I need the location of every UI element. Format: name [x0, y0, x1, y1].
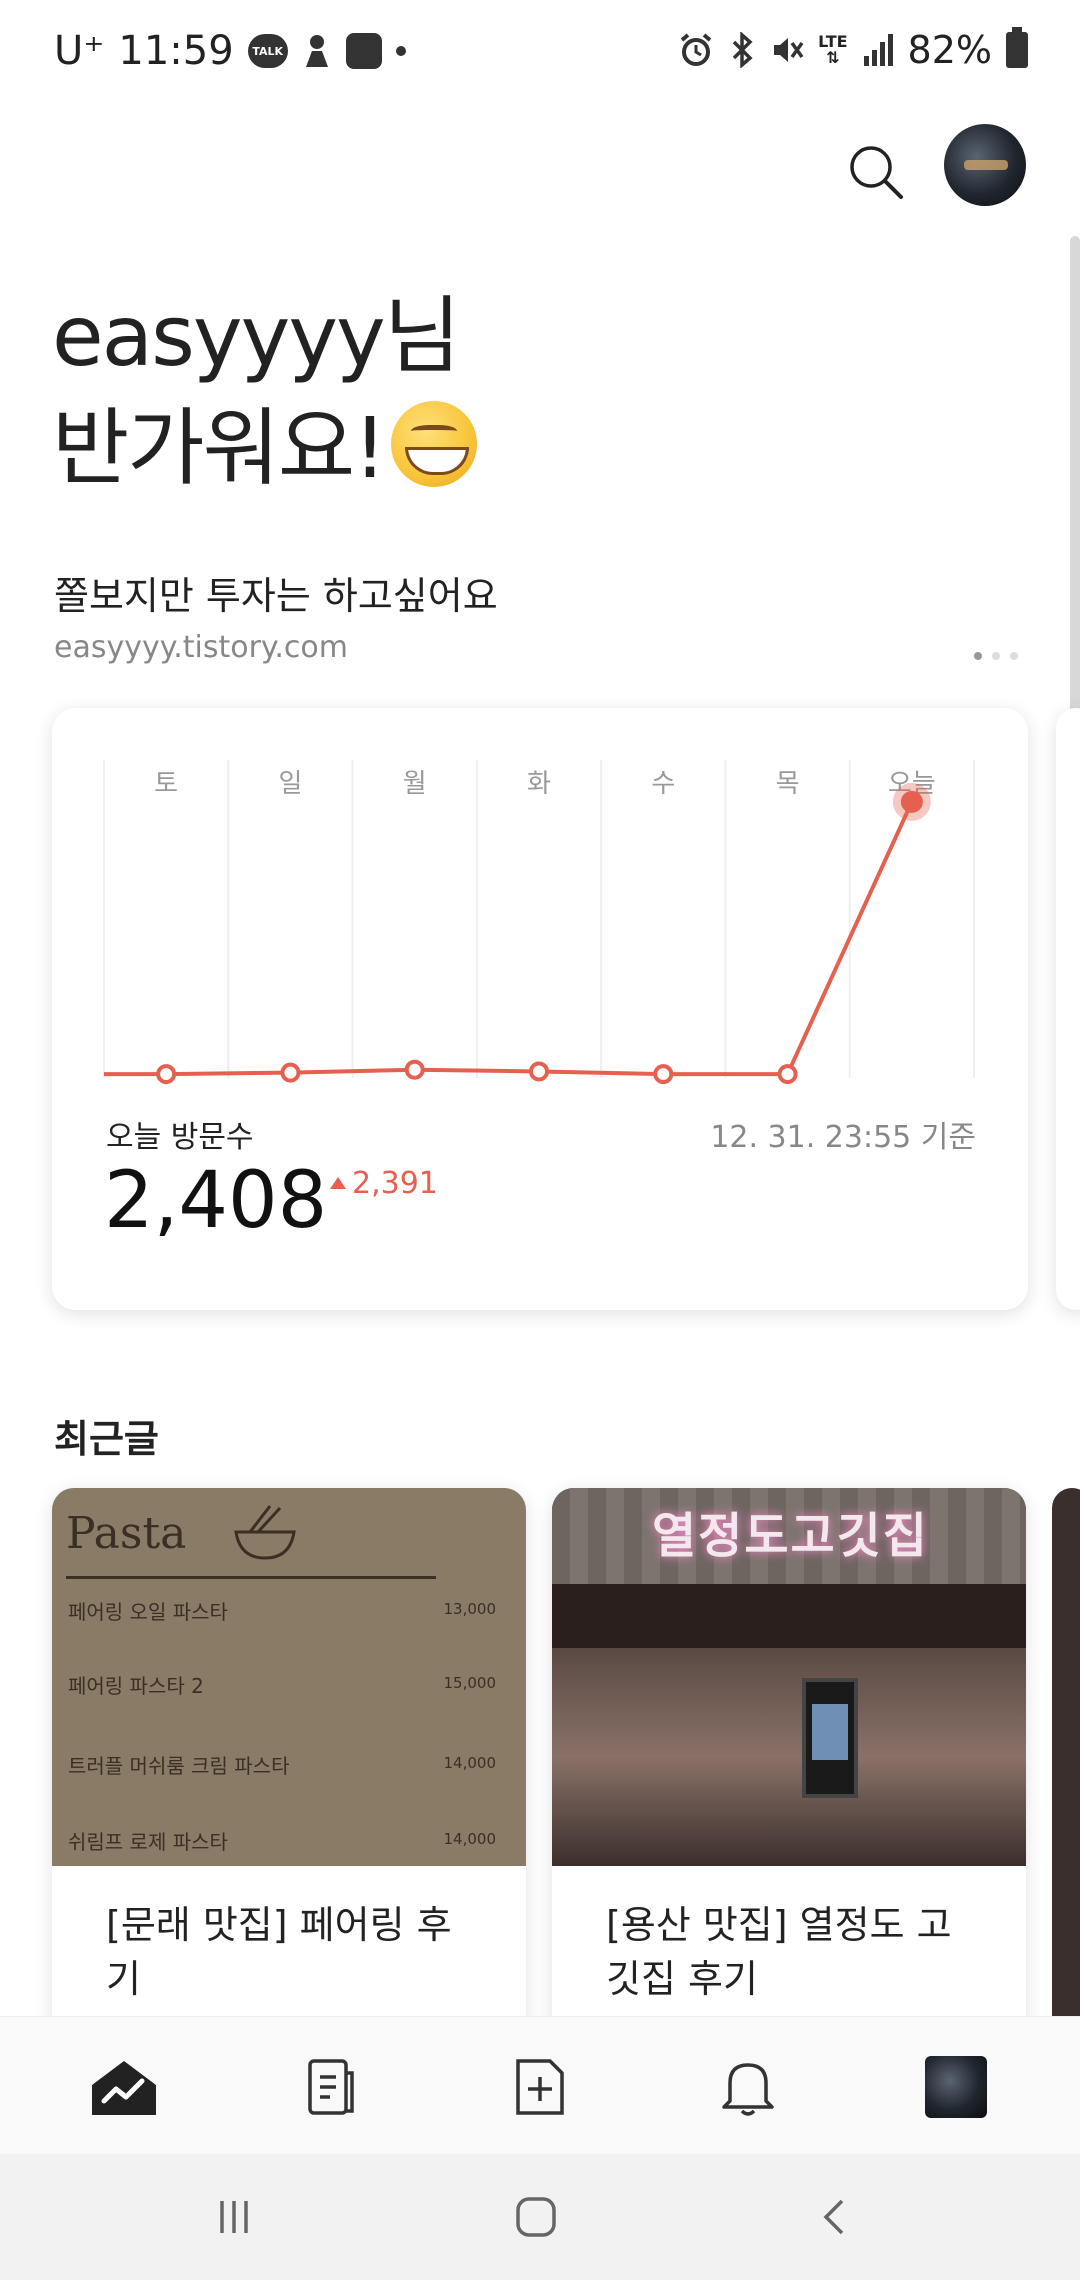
- nav-write[interactable]: [500, 2047, 580, 2127]
- chart-point: [653, 1064, 674, 1085]
- signal-icon: [862, 32, 894, 68]
- greeting-line2-row: 반가워요!: [52, 392, 477, 504]
- greeting-line2: 반가워요!: [52, 399, 387, 497]
- visit-delta: 2,391: [330, 1166, 438, 1201]
- menu-price: 14,000: [443, 1830, 497, 1848]
- bluetooth-icon: [728, 32, 756, 68]
- greeting-line1: easyyyy님: [52, 287, 461, 385]
- chart-point: [404, 1059, 425, 1080]
- back-button[interactable]: [796, 2182, 876, 2252]
- gallery-icon: [345, 33, 382, 69]
- post-thumbnail: 열정도고깃집: [552, 1488, 1026, 1866]
- chart-tick-label: 일: [278, 769, 302, 799]
- carrier-label: U⁺: [54, 28, 105, 74]
- menu-item: 쉬림프 로제 파스타: [68, 1830, 228, 1854]
- menu-divider: [66, 1576, 436, 1579]
- post-card[interactable]: Pasta 페어링 오일 파스타 13,000 페어링 파스타 2 15,000…: [52, 1488, 526, 2048]
- app-bar: [0, 120, 1080, 240]
- back-icon: [823, 2199, 844, 2235]
- recents-button[interactable]: [194, 2182, 274, 2252]
- chart-point: [529, 1061, 549, 1082]
- chart-point: [777, 1064, 798, 1085]
- bell-icon: [722, 2063, 774, 2116]
- visit-chart: 토 일 월 화 수 목 오늘: [103, 760, 975, 1085]
- nav-profile[interactable]: [916, 2047, 996, 2127]
- home-icon: [516, 2197, 556, 2237]
- chart-tick-label: 월: [403, 769, 427, 799]
- menu-item: 트러플 머쉬룸 크림 파스타: [68, 1754, 290, 1778]
- chart-point: [900, 790, 923, 813]
- menu-heading: Pasta: [66, 1508, 187, 1559]
- mute-icon: [770, 32, 804, 68]
- more-notifications-icon: [395, 46, 406, 56]
- next-stats-card[interactable]: [1056, 708, 1080, 1310]
- battery-percent: 82%: [907, 28, 992, 72]
- post-card[interactable]: 열정도고깃집 [용산 맛집] 열정도 고깃집 후기: [552, 1488, 1026, 2048]
- chart-tick-label: 수: [651, 769, 675, 799]
- recent-posts-title: 최근글: [54, 1417, 159, 1461]
- menu-price: 13,000: [443, 1600, 497, 1618]
- home-button[interactable]: [496, 2182, 576, 2252]
- shop-sign-text: 열정도고깃집: [652, 1508, 929, 1564]
- post-title: [용산 맛집] 열정도 고깃집 후기: [606, 1903, 952, 2001]
- chart-tick-label: 토: [154, 769, 178, 799]
- chart-tick-label: 화: [527, 769, 551, 799]
- post-card[interactable]: [1052, 1488, 1080, 2048]
- stats-icon: [92, 2061, 156, 2115]
- blog-url: easyyyy.tistory.com: [54, 630, 349, 665]
- up-arrow-icon: [330, 1177, 346, 1189]
- bottom-nav: [0, 2016, 1080, 2154]
- visit-timestamp: 12. 31. 23:55 기준: [710, 1120, 976, 1155]
- chart-tick-label: 목: [776, 769, 800, 799]
- grinning-emoji-icon: [390, 401, 477, 487]
- alarm-icon: [678, 32, 714, 68]
- visit-delta-value: 2,391: [352, 1166, 438, 1201]
- nav-posts[interactable]: [290, 2047, 370, 2127]
- menu-item: 페어링 파스타 2: [68, 1674, 204, 1698]
- nav-stats[interactable]: [84, 2047, 164, 2127]
- visit-count: 2,408: [104, 1156, 328, 1246]
- greeting: easyyyy님 반가워요!: [52, 280, 477, 504]
- chart-series-line: [104, 801, 914, 1077]
- stats-card[interactable]: 토 일 월 화 수 목 오늘 오늘 방문수 12. 31. 23:55 기준 2,408 2…: [52, 708, 1028, 1310]
- blog-title[interactable]: 쫄보지만 투자는 하고싶어요: [54, 565, 498, 620]
- visit-label: 오늘 방문수: [106, 1120, 254, 1155]
- profile-thumb: [925, 2056, 987, 2118]
- pager-dot: [974, 652, 982, 660]
- menu-price: 14,000: [443, 1754, 497, 1772]
- card-pager: [974, 652, 1018, 660]
- kiosk: [802, 1678, 858, 1798]
- post-title: [문래 맛집] 페어링 후기: [106, 1903, 452, 2001]
- menu-price: 15,000: [443, 1674, 497, 1692]
- clock: 11:59: [118, 28, 234, 74]
- posts-icon: [308, 2059, 354, 2115]
- status-bar: U⁺ 11:59 TALK LTE ⇅ 82%: [0, 0, 1080, 110]
- notification-icon: [302, 33, 332, 69]
- system-nav-bar: [0, 2154, 1080, 2280]
- shop-entrance: [552, 1648, 1026, 1866]
- chart-point: [280, 1062, 301, 1083]
- chart-point: [156, 1064, 177, 1085]
- pager-dot: [992, 652, 1000, 660]
- pager-dot: [1010, 652, 1018, 660]
- avatar[interactable]: [944, 124, 1026, 206]
- kakaotalk-icon: TALK: [247, 34, 288, 68]
- post-thumbnail: Pasta 페어링 오일 파스타 13,000 페어링 파스타 2 15,000…: [52, 1488, 526, 1866]
- search-button[interactable]: [836, 132, 916, 212]
- write-icon: [516, 2059, 564, 2115]
- battery-icon: [1006, 27, 1028, 68]
- search-icon: [850, 146, 903, 199]
- lte-icon: LTE ⇅: [818, 32, 848, 67]
- nav-notifications[interactable]: [708, 2047, 788, 2127]
- noodle-bowl-icon: [234, 1505, 296, 1560]
- menu-item: 페어링 오일 파스타: [68, 1600, 228, 1624]
- recents-icon: [220, 2201, 248, 2233]
